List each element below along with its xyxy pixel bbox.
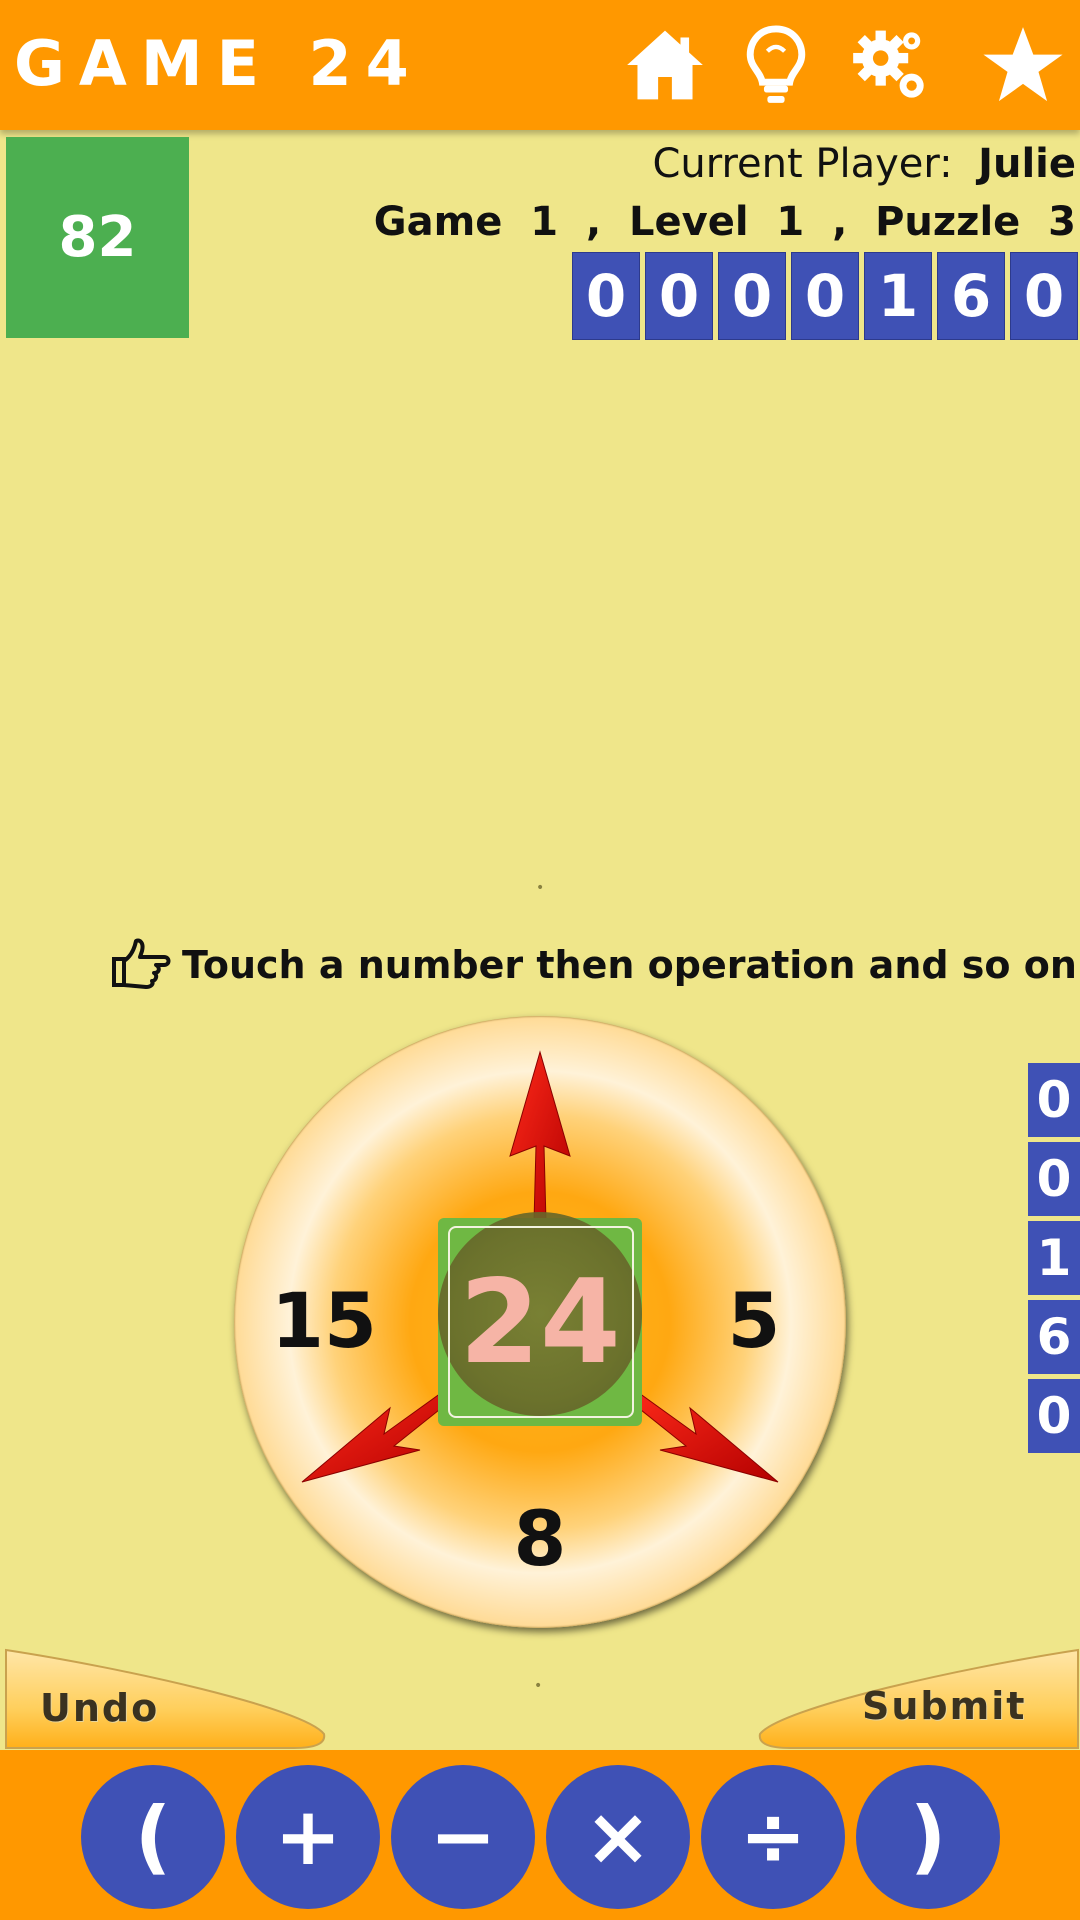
number-bottom[interactable]: 8 bbox=[470, 1494, 610, 1584]
close-paren-button[interactable]: ) bbox=[856, 1765, 1000, 1909]
score-box: 82 bbox=[6, 137, 189, 338]
multiply-button[interactable]: × bbox=[546, 1765, 690, 1909]
submit-label: Submit bbox=[862, 1684, 1027, 1728]
minus-button[interactable]: − bbox=[391, 1765, 535, 1909]
divider-dot: • bbox=[534, 1678, 543, 1694]
number-wheel: 15 5 8 24 bbox=[234, 1016, 846, 1628]
score-digit: 1 bbox=[864, 252, 932, 340]
target-tile: 24 bbox=[438, 1212, 642, 1426]
arrow-down-left bbox=[301, 1387, 455, 1483]
undo-label: Undo bbox=[40, 1686, 160, 1730]
home-icon[interactable] bbox=[622, 22, 708, 108]
score-digit: 0 bbox=[1010, 252, 1078, 340]
current-player: Current Player: Julie bbox=[652, 137, 1076, 191]
open-paren-button[interactable]: ( bbox=[81, 1765, 225, 1909]
side-counter: 0 0 1 6 0 bbox=[1028, 1063, 1080, 1453]
side-digit: 0 bbox=[1028, 1142, 1080, 1216]
score-digit: 6 bbox=[937, 252, 1005, 340]
score-digit: 0 bbox=[718, 252, 786, 340]
target-number: 24 bbox=[459, 1254, 621, 1390]
score-digit: 0 bbox=[645, 252, 713, 340]
undo-button[interactable]: Undo bbox=[4, 1648, 330, 1750]
top-bar: GAME 24 bbox=[0, 0, 1080, 130]
hint-text: Touch a number then operation and so on! bbox=[182, 943, 1080, 987]
arrow-down-right bbox=[625, 1387, 779, 1483]
number-right[interactable]: 5 bbox=[684, 1276, 824, 1366]
divider-dot: • bbox=[536, 880, 545, 896]
side-digit: 6 bbox=[1028, 1300, 1080, 1374]
pointing-hand-icon bbox=[112, 938, 171, 989]
number-left[interactable]: 15 bbox=[254, 1276, 394, 1366]
app-title: GAME 24 bbox=[14, 27, 423, 100]
submit-button[interactable]: Submit bbox=[754, 1648, 1080, 1750]
divide-button[interactable]: ÷ bbox=[701, 1765, 845, 1909]
plus-button[interactable]: + bbox=[236, 1765, 380, 1909]
current-player-name: Julie bbox=[978, 141, 1076, 187]
settings-gears-icon[interactable] bbox=[848, 22, 934, 108]
operator-bar: ( + − × ÷ ) bbox=[0, 1750, 1080, 1920]
arrow-up bbox=[509, 1050, 571, 1223]
score-digit: 0 bbox=[572, 252, 640, 340]
game-level-puzzle: Game 1 , Level 1 , Puzzle 3 bbox=[373, 199, 1076, 245]
lightbulb-icon[interactable] bbox=[733, 22, 819, 108]
side-digit: 0 bbox=[1028, 1379, 1080, 1453]
score-digit: 0 bbox=[791, 252, 859, 340]
star-icon[interactable] bbox=[980, 22, 1066, 108]
side-digit: 0 bbox=[1028, 1063, 1080, 1137]
current-player-label: Current Player: bbox=[652, 141, 953, 187]
side-digit: 1 bbox=[1028, 1221, 1080, 1295]
instruction-hint: Touch a number then operation and so on! bbox=[110, 930, 1080, 1000]
score-counter: 0 0 0 0 1 6 0 bbox=[572, 252, 1078, 340]
